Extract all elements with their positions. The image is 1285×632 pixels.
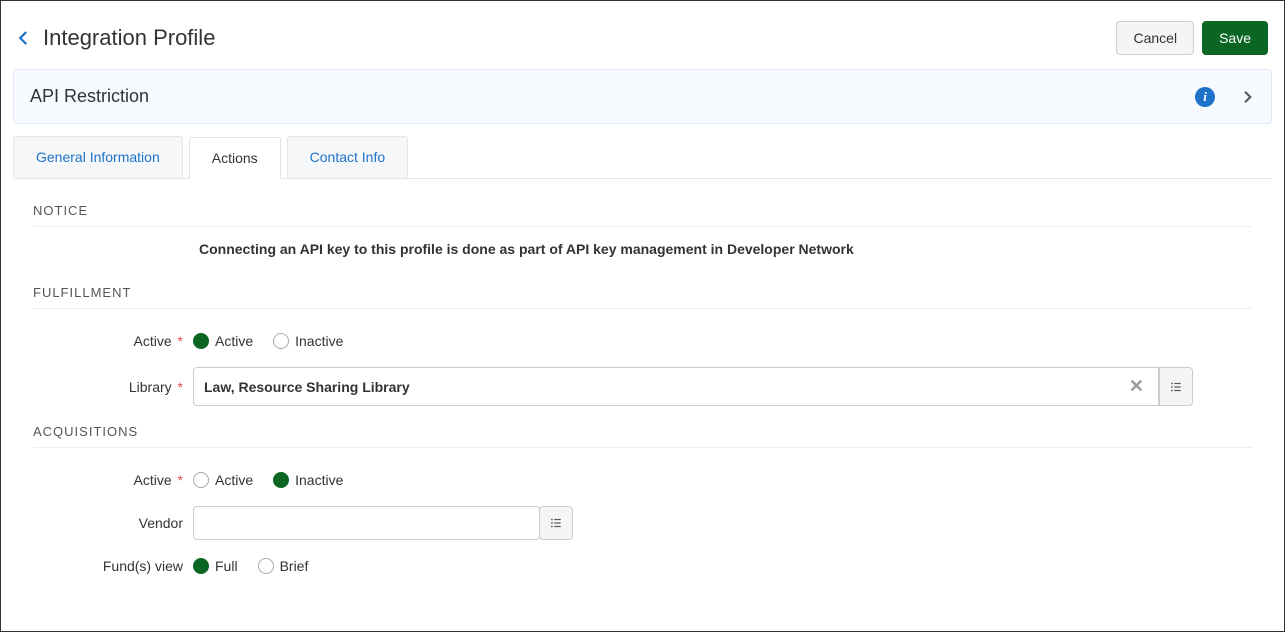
app-frame: Integration Profile Cancel Save API Rest… bbox=[0, 0, 1285, 632]
fulfillment-active-radio-inactive[interactable]: Inactive bbox=[273, 333, 343, 349]
tabs: General Information Actions Contact Info bbox=[13, 136, 1272, 179]
library-lookup-button[interactable] bbox=[1159, 367, 1193, 406]
required-marker: * bbox=[174, 472, 183, 488]
acquisitions-funds-row: Fund(s) view Full Brief bbox=[33, 558, 1252, 574]
acquisitions-active-radio-group: Active Inactive bbox=[193, 472, 343, 488]
tab-general-information[interactable]: General Information bbox=[13, 136, 183, 178]
fulfillment-active-label: Active * bbox=[33, 333, 193, 349]
notice-text: Connecting an API key to this profile is… bbox=[199, 241, 1252, 257]
tab-contact-info[interactable]: Contact Info bbox=[287, 136, 409, 178]
tab-content: NOTICE Connecting an API key to this pro… bbox=[1, 179, 1284, 574]
vendor-lookup-button[interactable] bbox=[539, 506, 573, 540]
save-button[interactable]: Save bbox=[1202, 21, 1268, 55]
back-chevron-icon[interactable] bbox=[15, 29, 33, 47]
radio-selected-icon bbox=[193, 558, 209, 574]
clear-icon[interactable]: ✕ bbox=[1125, 376, 1148, 397]
acquisitions-funds-label: Fund(s) view bbox=[33, 558, 193, 574]
section-panel-header: API Restriction i bbox=[13, 69, 1272, 124]
required-marker: * bbox=[174, 333, 183, 349]
page-header: Integration Profile Cancel Save bbox=[1, 1, 1284, 69]
acquisitions-vendor-row: Vendor bbox=[33, 506, 1252, 540]
fulfillment-active-radio-active[interactable]: Active bbox=[193, 333, 253, 349]
radio-unselected-icon bbox=[193, 472, 209, 488]
chevron-right-icon[interactable] bbox=[1239, 89, 1255, 105]
info-icon[interactable]: i bbox=[1195, 87, 1215, 107]
vendor-input-wrap bbox=[193, 506, 573, 540]
radio-selected-icon bbox=[193, 333, 209, 349]
tab-actions[interactable]: Actions bbox=[189, 137, 281, 179]
page-title: Integration Profile bbox=[43, 25, 1108, 51]
acquisitions-heading: ACQUISITIONS bbox=[33, 424, 1252, 448]
radio-unselected-icon bbox=[258, 558, 274, 574]
funds-radio-brief[interactable]: Brief bbox=[258, 558, 309, 574]
list-icon bbox=[1169, 380, 1183, 394]
fulfillment-library-label: Library * bbox=[33, 379, 193, 395]
funds-radio-full[interactable]: Full bbox=[193, 558, 238, 574]
fulfillment-heading: FULFILLMENT bbox=[33, 285, 1252, 309]
library-field-value: Law, Resource Sharing Library bbox=[204, 379, 1125, 395]
library-field[interactable]: Law, Resource Sharing Library ✕ bbox=[193, 367, 1159, 406]
fulfillment-library-row: Library * Law, Resource Sharing Library … bbox=[33, 367, 1252, 406]
panel-title: API Restriction bbox=[30, 86, 1195, 107]
funds-radio-group: Full Brief bbox=[193, 558, 308, 574]
fulfillment-active-row: Active * Active Inactive bbox=[33, 333, 1252, 349]
radio-unselected-icon bbox=[273, 333, 289, 349]
acquisitions-vendor-label: Vendor bbox=[33, 515, 193, 531]
notice-heading: NOTICE bbox=[33, 203, 1252, 227]
acquisitions-active-radio-inactive[interactable]: Inactive bbox=[273, 472, 343, 488]
library-input-wrap: Law, Resource Sharing Library ✕ bbox=[193, 367, 1193, 406]
cancel-button[interactable]: Cancel bbox=[1116, 21, 1194, 55]
list-icon bbox=[549, 516, 563, 530]
acquisitions-active-row: Active * Active Inactive bbox=[33, 472, 1252, 488]
acquisitions-active-label: Active * bbox=[33, 472, 193, 488]
vendor-field[interactable] bbox=[193, 506, 540, 540]
fulfillment-active-radio-group: Active Inactive bbox=[193, 333, 343, 349]
radio-selected-icon bbox=[273, 472, 289, 488]
acquisitions-active-radio-active[interactable]: Active bbox=[193, 472, 253, 488]
required-marker: * bbox=[174, 379, 183, 395]
